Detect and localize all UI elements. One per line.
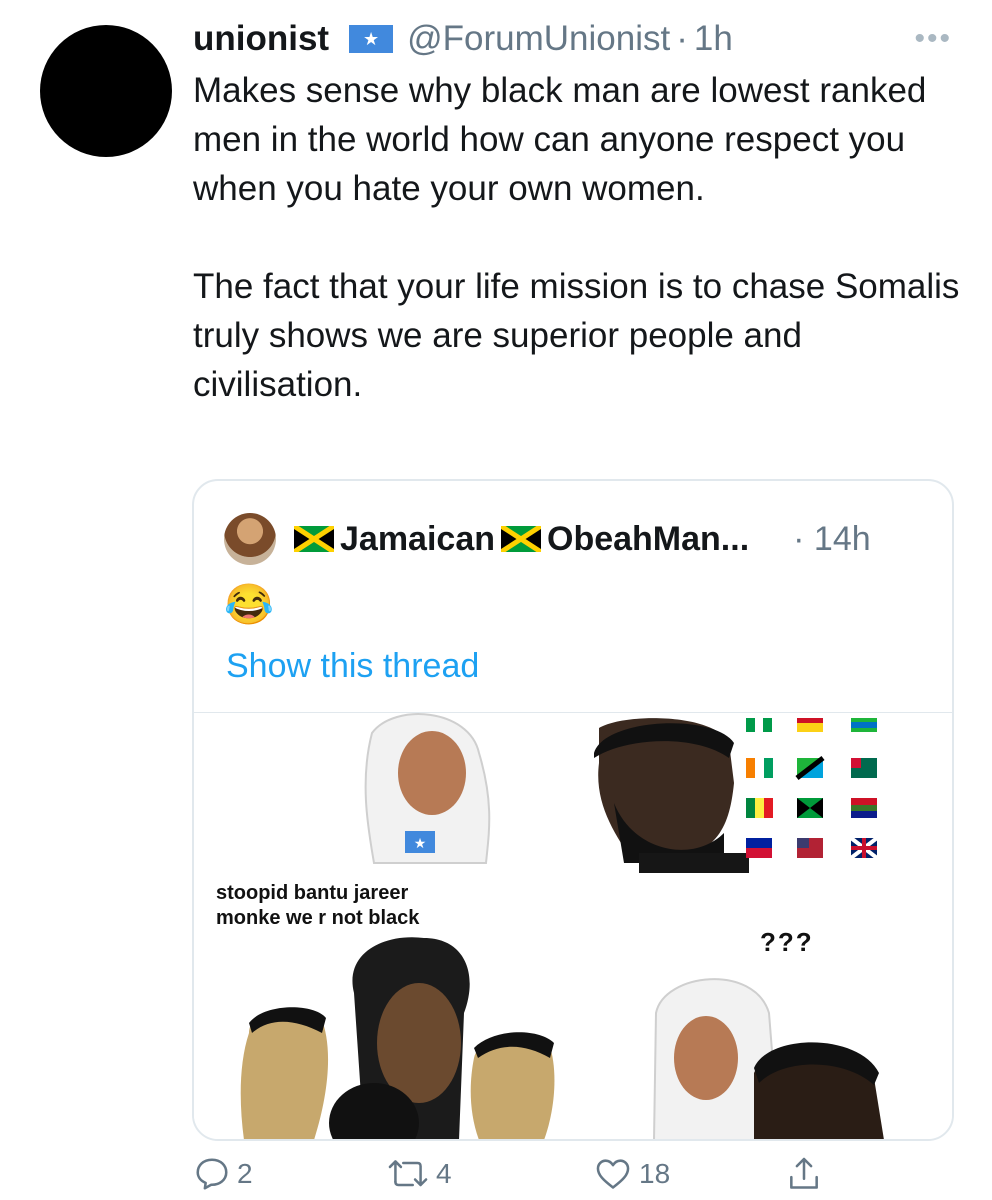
- jamaica-flag-icon: [501, 526, 541, 552]
- share-button[interactable]: [785, 1152, 829, 1196]
- jamaica-flag-icon: [294, 526, 334, 552]
- quoted-tweet-card[interactable]: Jamaican ObeahMan... · 14h 😂 Show this t…: [192, 479, 954, 1141]
- reply-button[interactable]: 2: [193, 1152, 253, 1196]
- tweet-text-paragraph: Makes sense why black man are lowest ran…: [193, 71, 927, 208]
- tweet-header: unionist @ForumUnionist · 1h: [193, 14, 733, 64]
- author-display-name[interactable]: unionist: [193, 19, 329, 59]
- meme-caption: stoopid bantu jareer monke we r not blac…: [216, 881, 419, 931]
- retweet-icon: [388, 1160, 428, 1187]
- quoted-tweet-image[interactable]: ★ stoopid bantu jareer monke we r not bl…: [194, 712, 952, 1139]
- flags-grid: [746, 718, 879, 860]
- bearded-man-figure-bottom: [754, 1042, 884, 1139]
- tweet-text-paragraph: The fact that your life mission is to ch…: [193, 267, 960, 404]
- quoted-tweet-header: Jamaican ObeahMan... · 14h: [224, 511, 871, 567]
- quoted-author-avatar: [224, 513, 276, 565]
- bearded-man-figure-top: [594, 718, 749, 873]
- author-avatar[interactable]: [40, 25, 172, 157]
- meme-caption-line: stoopid bantu jareer: [216, 882, 409, 904]
- svg-text:★: ★: [414, 835, 427, 851]
- tweet-body: Makes sense why black man are lowest ran…: [193, 66, 963, 409]
- quoted-author-name: Jamaican: [340, 519, 495, 558]
- retweet-button[interactable]: 4: [386, 1152, 452, 1196]
- right-cartoon-figure: [470, 1032, 555, 1139]
- author-handle[interactable]: @ForumUnionist: [407, 19, 670, 59]
- quoted-tweet-timestamp: · 14h: [793, 519, 871, 558]
- tears-of-joy-emoji: 😂: [224, 583, 274, 627]
- tweet-action-bar: 2 4 18: [193, 1152, 893, 1196]
- share-icon: [790, 1157, 818, 1189]
- woman-figure-top: ★: [364, 713, 491, 864]
- reply-icon: [196, 1158, 228, 1190]
- meme-question-marks: ???: [760, 927, 814, 957]
- like-count: 18: [639, 1158, 671, 1189]
- retweet-count: 4: [436, 1158, 452, 1189]
- more-dots-icon[interactable]: •••: [914, 14, 952, 64]
- somalia-flag-icon: [349, 25, 394, 53]
- like-button[interactable]: 18: [593, 1152, 670, 1196]
- left-cartoon-figure: [240, 1007, 329, 1139]
- tweet-timestamp[interactable]: 1h: [694, 19, 733, 59]
- show-thread-link[interactable]: Show this thread: [226, 644, 479, 688]
- heart-icon: [596, 1159, 630, 1189]
- meme-caption-line: monke we r not black: [216, 907, 420, 929]
- separator: ·: [676, 19, 688, 58]
- reply-count: 2: [237, 1158, 253, 1189]
- quoted-author-name-2: ObeahMan...: [547, 519, 750, 558]
